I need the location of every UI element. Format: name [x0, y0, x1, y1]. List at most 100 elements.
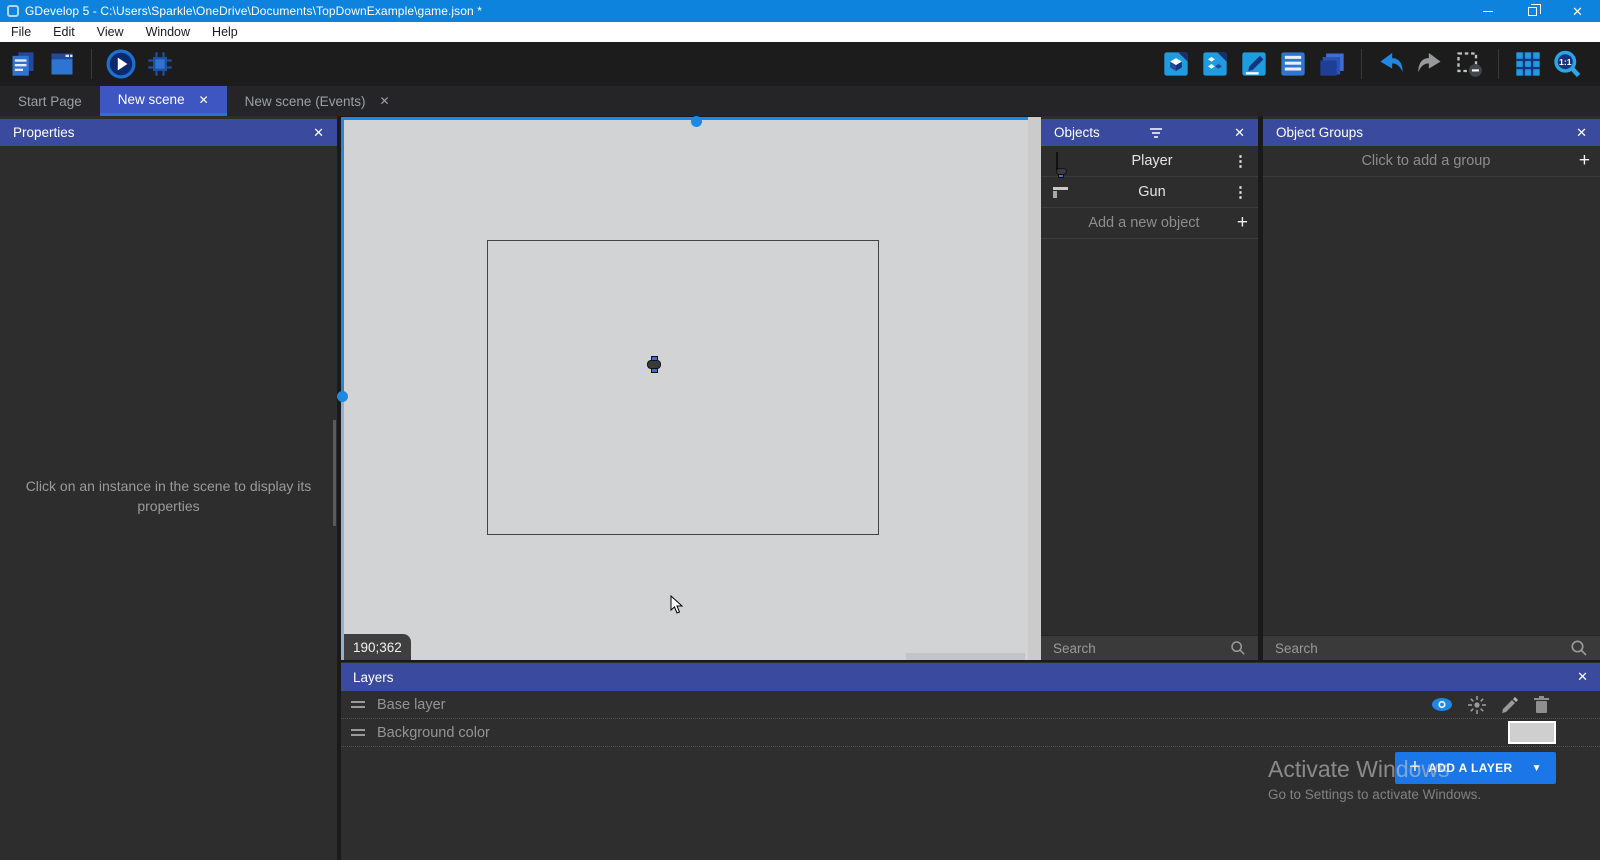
object-menu-icon[interactable]: ⋮ [1233, 183, 1248, 201]
properties-empty-message: Click on an instance in the scene to dis… [10, 476, 327, 517]
add-group-plus-icon: + [1579, 150, 1590, 172]
properties-close-icon[interactable]: ✕ [313, 125, 324, 141]
layers-panel-icon [1318, 50, 1346, 78]
properties-scrollbar[interactable] [333, 420, 336, 526]
layer-row-base[interactable]: Base layer [341, 691, 1600, 719]
undo-button[interactable] [1376, 49, 1406, 79]
horizontal-splitter[interactable] [341, 117, 1028, 120]
vertical-splitter[interactable] [341, 117, 344, 660]
project-manager-icon [9, 50, 37, 78]
tab-new-scene-events-label: New scene (Events) [245, 94, 366, 109]
splitter-handle-dot[interactable] [337, 391, 348, 402]
scene-canvas[interactable]: 190;362 [341, 117, 1028, 660]
minimize-icon [1483, 11, 1493, 12]
layers-list: Base layer [341, 691, 1600, 747]
restore-button[interactable] [1510, 0, 1555, 22]
tab-start-page-label: Start Page [18, 94, 82, 109]
layers-panel-title: Layers [353, 670, 394, 685]
toolbar-separator [1498, 49, 1499, 79]
toggle-properties-panel-button[interactable] [1239, 49, 1269, 79]
mouse-cursor-icon [670, 595, 684, 615]
layers-close-icon[interactable]: ✕ [1577, 669, 1588, 685]
object-groups-panel-header: Object Groups ✕ [1263, 119, 1600, 146]
search-icon [1230, 639, 1246, 657]
grid-icon [1514, 50, 1542, 78]
toggle-grid-button[interactable] [1513, 49, 1543, 79]
add-new-object-label: Add a new object [1051, 215, 1237, 231]
redo-icon [1416, 50, 1444, 78]
objects-panel: Objects ✕ Player ⋮ Gun ⋮ [1041, 116, 1258, 660]
menu-view[interactable]: View [86, 22, 135, 42]
properties-panel-icon [1240, 50, 1268, 78]
player-instance[interactable] [647, 356, 661, 375]
object-menu-icon[interactable]: ⋮ [1233, 152, 1248, 170]
object-groups-close-icon[interactable]: ✕ [1576, 125, 1587, 141]
drag-handle-icon[interactable] [351, 701, 365, 708]
tab-close-icon[interactable]: ✕ [199, 93, 209, 107]
object-groups-panel: Object Groups ✕ Click to add a group + [1263, 116, 1600, 660]
zoom-original-button[interactable]: 1:1 [1552, 49, 1582, 79]
editor-tab-bar: Start Page New scene ✕ New scene (Events… [0, 86, 1600, 116]
preview-button[interactable] [106, 49, 136, 79]
layers-panel-header: Layers ✕ [341, 663, 1600, 691]
chevron-down-icon[interactable]: ▼ [1532, 763, 1542, 774]
canvas-vertical-scrollbar[interactable] [1028, 117, 1041, 660]
window-controls: ✕ [1465, 0, 1600, 22]
add-new-object-row[interactable]: Add a new object + [1041, 208, 1258, 239]
debug-button[interactable] [145, 49, 175, 79]
object-row-player[interactable]: Player ⋮ [1041, 146, 1258, 177]
objects-close-icon[interactable]: ✕ [1234, 125, 1245, 141]
objects-search-input[interactable] [1053, 641, 1230, 656]
background-color-swatch[interactable] [1508, 721, 1556, 744]
start-page-button[interactable] [47, 49, 77, 79]
minimize-button[interactable] [1465, 0, 1510, 22]
tab-new-scene[interactable]: New scene ✕ [100, 86, 227, 116]
tab-close-icon[interactable]: ✕ [379, 94, 389, 108]
canvas-horizontal-scrollbar[interactable] [906, 653, 1025, 660]
menu-file[interactable]: File [0, 22, 42, 42]
object-groups-panel-icon [1201, 50, 1229, 78]
redo-button[interactable] [1415, 49, 1445, 79]
add-group-row[interactable]: Click to add a group + [1263, 146, 1600, 177]
add-layer-button[interactable]: + ADD A LAYER ▼ [1395, 752, 1556, 784]
game-window-bounds [487, 240, 879, 535]
restore-icon [1528, 7, 1537, 16]
window-title: GDevelop 5 - C:\Users\Sparkle\OneDrive\D… [25, 4, 482, 18]
close-button[interactable]: ✕ [1555, 0, 1600, 22]
toggle-objects-panel-button[interactable] [1161, 49, 1191, 79]
toolbar: 1:1 [0, 42, 1600, 86]
menu-help[interactable]: Help [201, 22, 249, 42]
object-groups-search-bar [1263, 635, 1600, 660]
toolbar-separator [91, 49, 92, 79]
object-groups-panel-title: Object Groups [1276, 125, 1363, 140]
toolbar-right-group: 1:1 [1161, 49, 1582, 79]
layer-effects-icon[interactable] [1467, 695, 1487, 715]
tab-new-scene-events[interactable]: New scene (Events) ✕ [227, 86, 408, 116]
toggle-layers-panel-button[interactable] [1317, 49, 1347, 79]
player-thumbnail-icon [1051, 153, 1071, 169]
properties-panel: Properties ✕ Click on an instance in the… [0, 116, 337, 860]
layer-row-background[interactable]: Background color [341, 719, 1600, 747]
edit-layer-pencil-icon[interactable] [1501, 696, 1519, 714]
layer-name: Base layer [377, 697, 446, 713]
object-row-gun[interactable]: Gun ⋮ [1041, 177, 1258, 208]
project-manager-button[interactable] [8, 49, 38, 79]
filter-icon[interactable] [1150, 128, 1162, 138]
splitter-handle-dot[interactable] [691, 116, 702, 127]
menu-edit[interactable]: Edit [42, 22, 86, 42]
title-bar: GDevelop 5 - C:\Users\Sparkle\OneDrive\D… [0, 0, 1600, 22]
delete-layer-trash-icon[interactable] [1533, 695, 1550, 714]
visibility-eye-icon[interactable] [1431, 697, 1453, 712]
toggle-instances-list-button[interactable] [1278, 49, 1308, 79]
menu-window[interactable]: Window [135, 22, 201, 42]
start-page-icon [48, 50, 76, 78]
toggle-object-groups-panel-button[interactable] [1200, 49, 1230, 79]
tab-start-page[interactable]: Start Page [0, 86, 100, 116]
zoom-1-1-label: 1:1 [1559, 57, 1572, 67]
clear-selection-button[interactable] [1454, 49, 1484, 79]
objects-panel-title: Objects [1054, 125, 1100, 140]
add-group-label: Click to add a group [1273, 153, 1579, 169]
drag-handle-icon[interactable] [351, 729, 365, 736]
object-groups-search-input[interactable] [1275, 641, 1570, 656]
close-icon: ✕ [1572, 5, 1583, 18]
